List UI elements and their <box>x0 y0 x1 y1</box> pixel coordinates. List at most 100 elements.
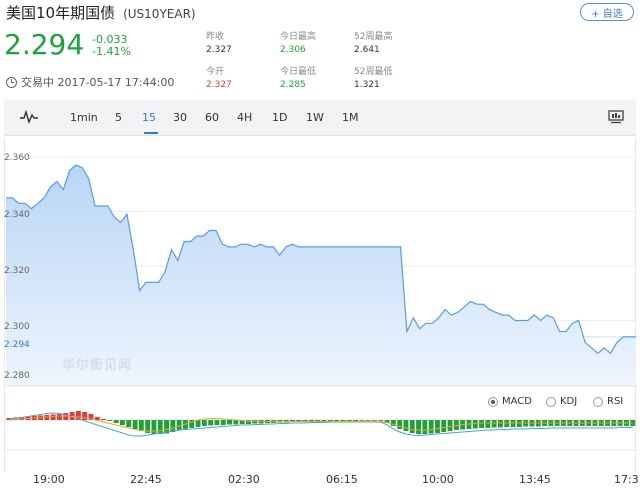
macd-bar <box>422 420 428 434</box>
stat-low: 今日最低 2.285 <box>280 66 316 92</box>
macd-bar <box>220 420 226 425</box>
radio-icon <box>546 396 556 407</box>
stat-label: 52周最低 <box>354 67 393 77</box>
interval-1min[interactable]: 1min <box>70 111 98 124</box>
price-area <box>6 165 636 386</box>
macd-bar <box>378 420 384 421</box>
interval-5[interactable]: 5 <box>115 111 122 124</box>
macd-bar <box>397 420 403 429</box>
indicator-kdj[interactable]: KDJ <box>546 396 577 407</box>
macd-bar <box>365 420 371 421</box>
macd-bar <box>120 420 125 425</box>
macd-bar <box>447 420 453 431</box>
macd-bar <box>403 420 409 431</box>
macd-bar <box>491 420 497 428</box>
change-percent: -1.41% <box>92 45 131 58</box>
interval-toolbar: 1min 5 15 30 60 4H 1D 1W 1M <box>4 100 636 136</box>
stat-value: 2.306 <box>280 45 306 55</box>
macd-bar <box>346 420 352 421</box>
macd-bar <box>334 420 340 421</box>
macd-bar <box>138 420 144 431</box>
x-tick-label: 17:3 <box>614 473 639 486</box>
instrument-title: 美国10年期国债 (US10YEAR) <box>6 2 196 23</box>
x-tick-label: 02:30 <box>228 473 260 486</box>
macd-bar <box>485 420 491 428</box>
interval-30[interactable]: 30 <box>173 111 187 124</box>
interval-1d[interactable]: 1D <box>272 111 287 124</box>
indicator-label: KDJ <box>560 396 578 407</box>
macd-bar <box>101 419 106 420</box>
active-interval-indicator <box>144 132 158 134</box>
macd-bar <box>170 420 176 432</box>
indicator-rsi[interactable]: RSI <box>593 396 623 407</box>
stat-label: 52周最高 <box>354 32 393 42</box>
macd-bar <box>498 420 503 428</box>
stat-prev-close: 昨收 2.327 <box>206 31 232 57</box>
macd-bar <box>151 420 157 434</box>
macd-bar <box>132 420 138 429</box>
stat-label: 今日最低 <box>280 67 317 77</box>
macd-bar <box>126 420 132 427</box>
macd-bar <box>372 420 377 421</box>
macd-bar <box>82 412 88 420</box>
stat-high: 今日最高 2.306 <box>280 31 316 57</box>
radio-selected-icon <box>488 396 498 407</box>
macd-bar <box>409 420 415 433</box>
macd-bar <box>353 420 358 421</box>
macd-bar <box>233 420 239 425</box>
macd-bar <box>340 420 346 421</box>
instrument-name: 美国10年期国债 <box>6 4 116 22</box>
interval-60[interactable]: 60 <box>205 111 219 124</box>
radio-icon <box>593 396 603 407</box>
indicator-label: RSI <box>607 396 624 407</box>
price-chart[interactable] <box>4 138 637 472</box>
interval-15[interactable]: 15 <box>142 111 156 124</box>
y-tick-label: 2.280 <box>4 371 30 381</box>
x-tick-label: 13:45 <box>519 473 551 486</box>
indicator-label: MACD <box>502 396 532 407</box>
macd-bar <box>208 420 214 426</box>
stat-value: 2.285 <box>280 80 306 90</box>
macd-bar <box>107 420 113 421</box>
macd-bar <box>227 420 232 425</box>
interval-4h[interactable]: 4H <box>237 111 252 124</box>
stat-value: 2.641 <box>354 45 380 55</box>
add-watchlist-button[interactable]: + 自选 <box>580 3 634 21</box>
interval-1m[interactable]: 1M <box>342 111 359 124</box>
trade-status: 交易中 2017-05-17 17:44:00 <box>6 74 174 90</box>
macd-bar <box>359 420 365 421</box>
stat-value: 1.321 <box>354 80 380 90</box>
watermark: 华尔街见闻 <box>62 358 133 373</box>
macd-bar <box>441 420 447 432</box>
instrument-code: (US10YEAR) <box>123 7 196 21</box>
x-tick-label: 19:00 <box>33 473 65 486</box>
chart-canvas <box>5 156 637 451</box>
interval-1w[interactable]: 1W <box>306 111 324 124</box>
stat-label: 今开 <box>206 67 225 77</box>
price-change: -0.033 -1.41% <box>92 34 131 58</box>
stat-52w-low: 52周最低 1.321 <box>354 66 392 92</box>
current-value-label: 2.294 <box>4 340 30 350</box>
macd-bar <box>472 420 478 429</box>
macd-bar <box>327 420 333 421</box>
y-tick-label: 2.320 <box>4 266 30 276</box>
macd-bar <box>201 420 207 426</box>
macd-bar <box>50 414 56 420</box>
macd-bar <box>57 414 62 420</box>
clock-icon <box>6 76 17 88</box>
macd-bar <box>113 420 119 423</box>
x-tick-label: 06:15 <box>326 473 358 486</box>
stat-open: 今开 2.327 <box>206 66 232 92</box>
y-tick-label: 2.340 <box>4 210 30 220</box>
fullscreen-icon[interactable] <box>608 110 624 124</box>
stat-52w-high: 52周最高 2.641 <box>354 31 392 57</box>
x-tick-label: 10:00 <box>422 473 454 486</box>
macd-bar <box>479 420 484 428</box>
trade-timestamp: 交易中 2017-05-17 17:44:00 <box>21 76 175 89</box>
line-chart-icon[interactable] <box>20 110 38 124</box>
stat-value: 2.327 <box>206 45 232 55</box>
stat-value: 2.327 <box>206 80 232 90</box>
stat-label: 今日最高 <box>280 32 317 42</box>
indicator-macd[interactable]: MACD <box>488 396 532 407</box>
macd-bar <box>428 420 434 434</box>
